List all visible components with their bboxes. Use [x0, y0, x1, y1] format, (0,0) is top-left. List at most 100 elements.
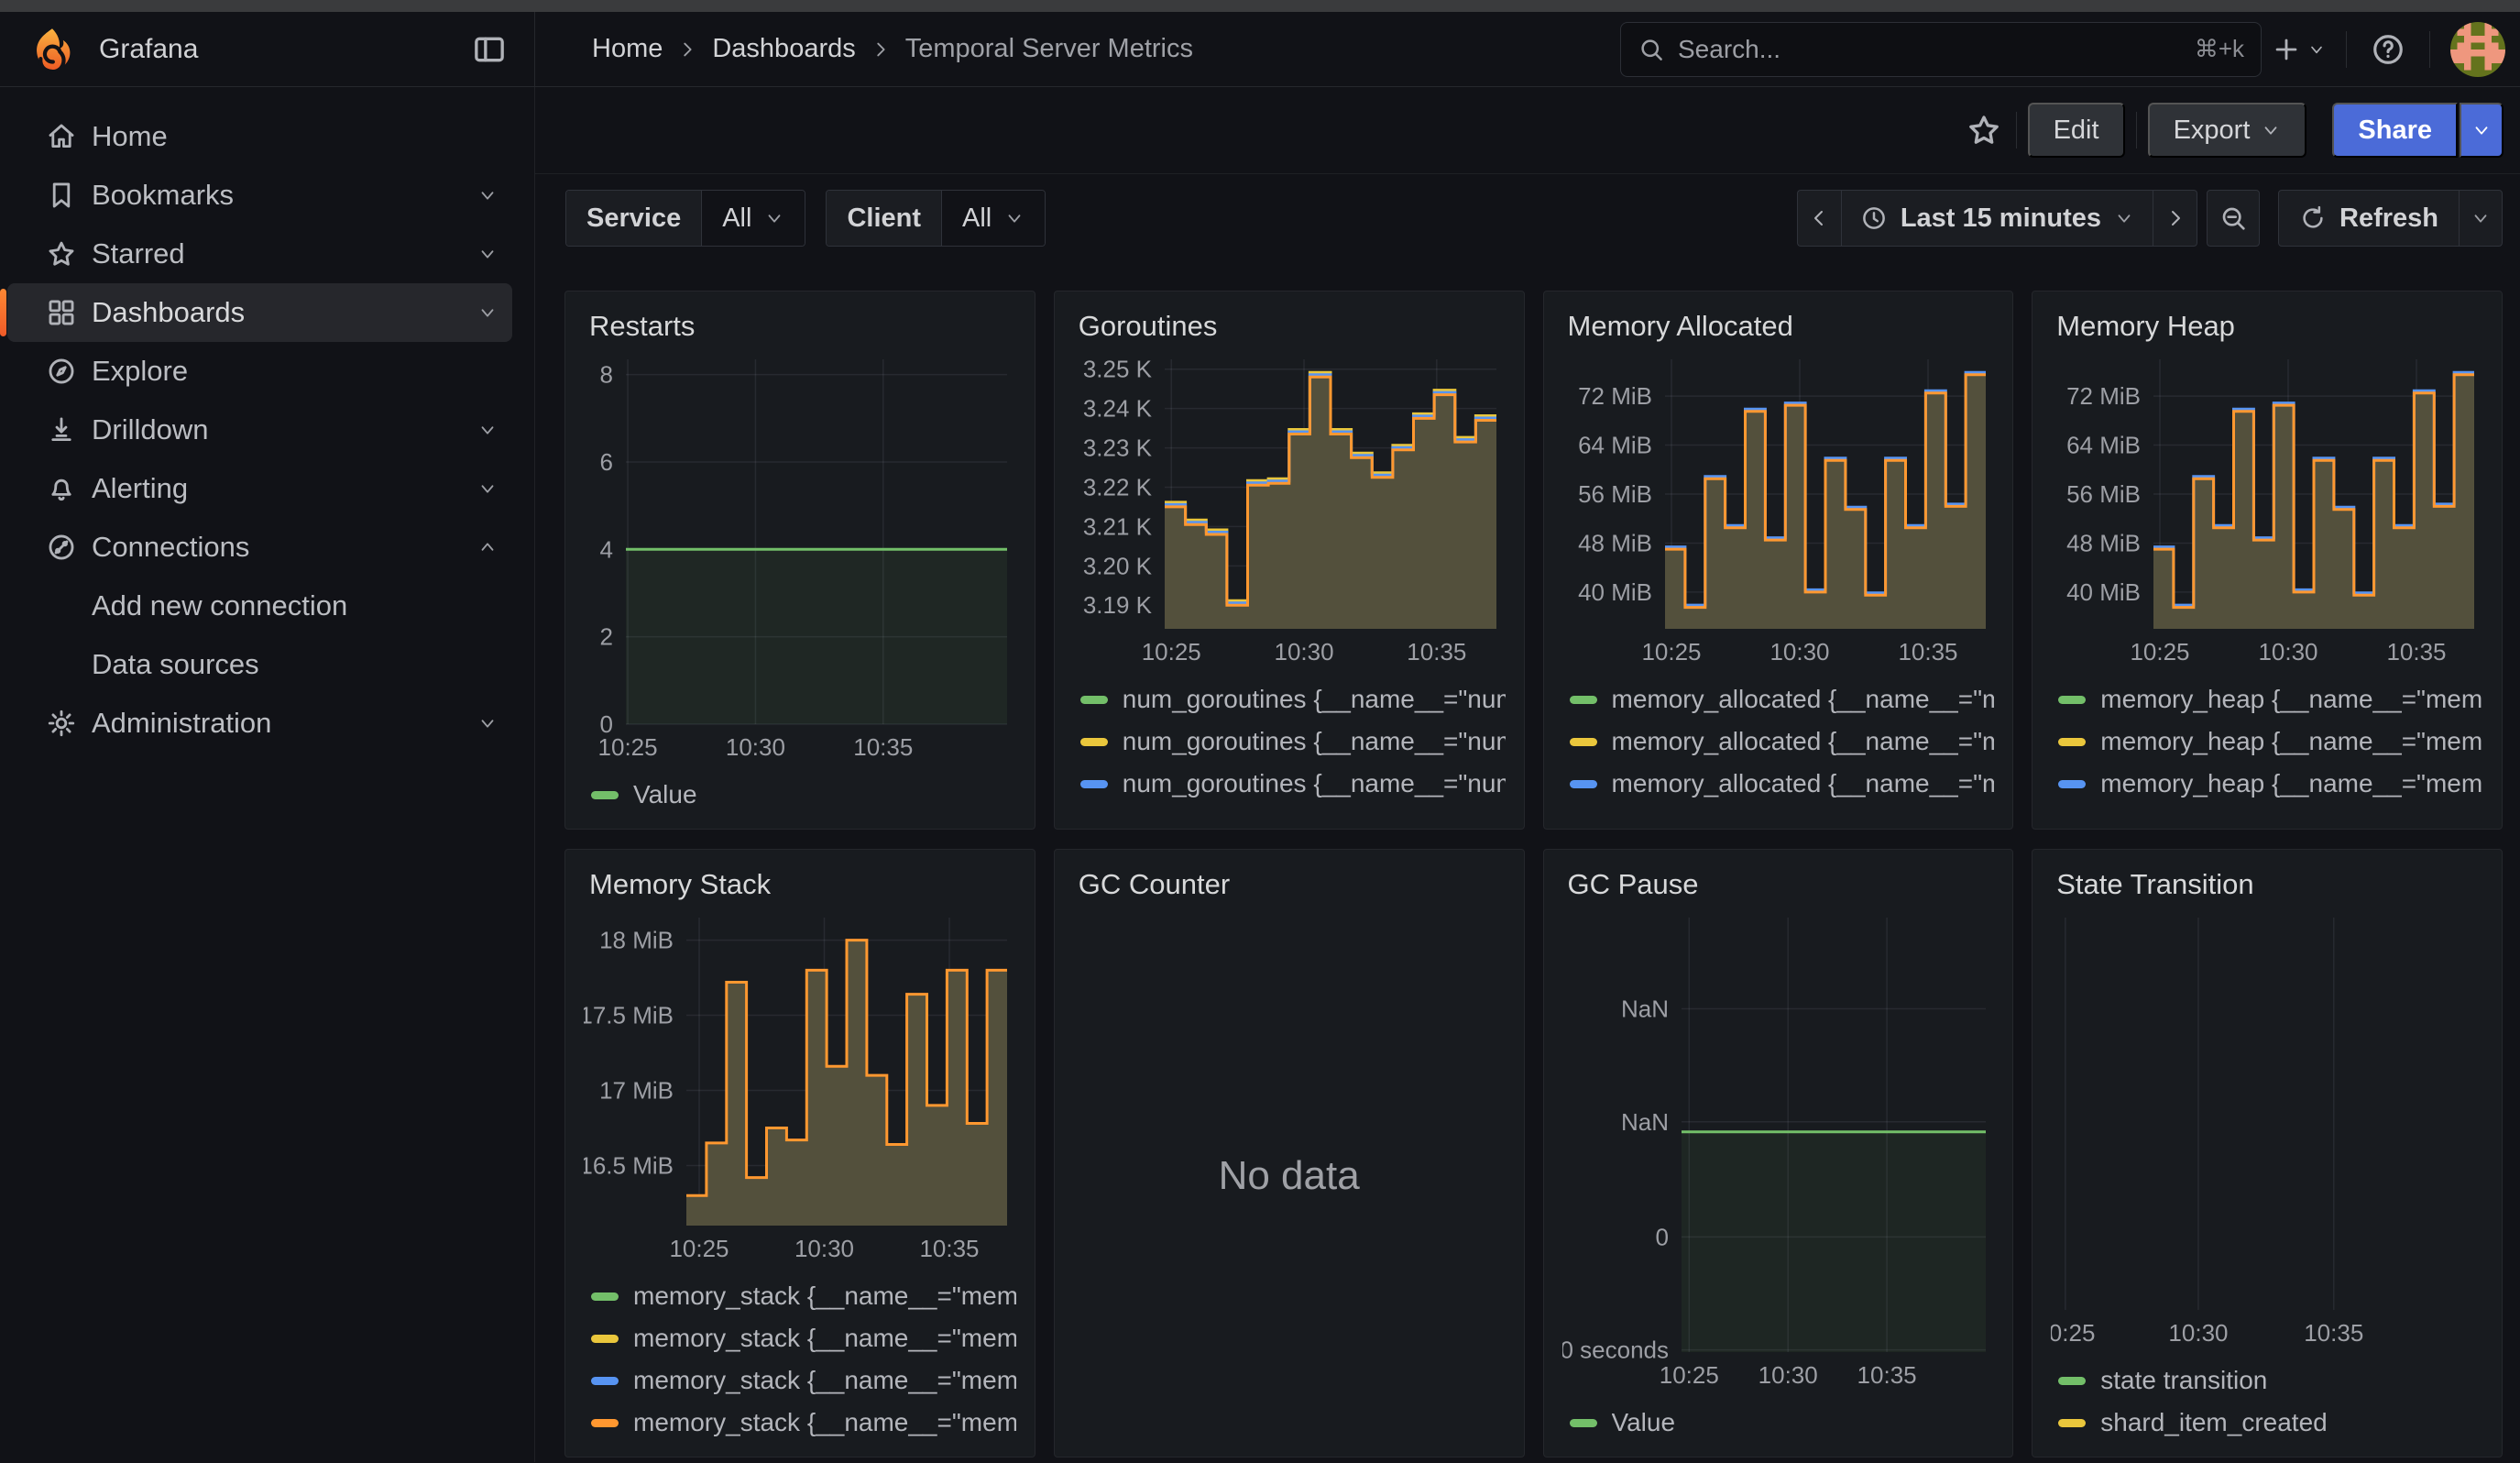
panel-legend: state transition shard_item_created	[2051, 1359, 2483, 1444]
panel-viz[interactable]: 10:2510:3010:3518 MiB17.5 MiB17 MiB16.5 …	[584, 908, 1016, 1268]
sidebar-item-chevron[interactable]	[477, 537, 498, 557]
svg-text:56 MiB: 56 MiB	[2066, 480, 2141, 508]
legend-item[interactable]: memory_stack {__name__="memory_s	[584, 1359, 1016, 1402]
time-back-button[interactable]	[1797, 190, 1841, 247]
svg-text:10:25: 10:25	[1641, 638, 1701, 666]
legend-item[interactable]: memory_allocated {__name__="memc	[1562, 805, 1995, 816]
panel-viz[interactable]: No data	[1073, 908, 1506, 1444]
time-forward-button[interactable]	[2153, 190, 2197, 247]
chevron-down-icon	[477, 420, 498, 440]
breadcrumb-home[interactable]: Home	[592, 34, 663, 64]
zoom-out-button[interactable]	[2207, 190, 2260, 247]
legend-label: memory_stack {__name__="memory_s	[633, 1282, 1016, 1311]
panel-title[interactable]: Restarts	[589, 310, 1016, 343]
client-filter-value[interactable]: All	[942, 191, 1045, 246]
sidebar-item-connections[interactable]: Connections	[7, 518, 512, 577]
legend-item[interactable]: memory_heap {__name__="memory_h	[2051, 763, 2483, 805]
legend-item[interactable]: memory_stack {__name__="memory_s	[584, 1317, 1016, 1359]
client-filter-label: Client	[827, 191, 942, 246]
sidebar-item-chevron[interactable]	[477, 420, 498, 440]
sidebar-item-chevron[interactable]	[477, 478, 498, 499]
panel-title[interactable]: GC Counter	[1079, 868, 1506, 901]
panel-title[interactable]: State Transition	[2056, 868, 2483, 901]
legend-item[interactable]: shard_item_created	[2051, 1402, 2483, 1444]
service-filter-value[interactable]: All	[702, 191, 805, 246]
sidebar-item-data-sources[interactable]: Data sources	[7, 635, 512, 694]
legend-item[interactable]: memory_heap {__name__="memory_h	[2051, 678, 2483, 720]
legend-item[interactable]: num_goroutines {__name__="num_go	[1073, 678, 1506, 720]
edit-button[interactable]: Edit	[2028, 103, 2125, 158]
panel-title[interactable]: Goroutines	[1079, 310, 1506, 343]
legend-item[interactable]: memory_allocated {__name__="memc	[1562, 720, 1995, 763]
search-box[interactable]: ⌘+k	[1620, 22, 2262, 77]
legend-label: num_goroutines {__name__="num_go	[1123, 811, 1506, 816]
legend-item[interactable]: num_goroutines {__name__="num_go	[1073, 805, 1506, 816]
legend-swatch	[2058, 738, 2086, 746]
search-input[interactable]	[1678, 35, 2182, 64]
breadcrumb-dashboards[interactable]: Dashboards	[712, 34, 855, 64]
sidebar-item-home[interactable]: Home	[7, 107, 512, 166]
legend-label: memory_heap {__name__="memory_h	[2100, 811, 2483, 816]
chevron-right-icon	[677, 39, 697, 60]
legend-item[interactable]: Value	[1562, 1402, 1995, 1444]
legend-item[interactable]: state transition	[2051, 1359, 2483, 1402]
sidebar-item-administration[interactable]: Administration	[7, 694, 512, 753]
refresh-button[interactable]: Refresh	[2278, 190, 2460, 247]
favorite-button[interactable]	[1963, 103, 2005, 158]
sidebar-item-alerting[interactable]: Alerting	[7, 459, 512, 518]
legend-label: memory_stack {__name__="memory_s	[633, 1324, 1016, 1353]
panel-viz[interactable]: 10:2510:3010:353.25 K3.24 K3.23 K3.22 K3…	[1073, 350, 1506, 671]
sidebar-item-label: Add new connection	[92, 589, 347, 622]
question-circle-icon	[2371, 32, 2405, 67]
legend-swatch	[1570, 780, 1597, 788]
svg-text:3.19 K: 3.19 K	[1083, 591, 1153, 619]
sidebar-item-dashboards[interactable]: Dashboards	[7, 283, 512, 342]
legend-item[interactable]: memory_allocated {__name__="memc	[1562, 763, 1995, 805]
legend-label: memory_heap {__name__="memory_h	[2100, 685, 2483, 714]
add-button[interactable]	[2271, 22, 2326, 77]
svg-text:NaN: NaN	[1620, 1108, 1668, 1136]
panel-viz[interactable]: 10:2510:3010:3572 MiB64 MiB56 MiB48 MiB4…	[1562, 350, 1995, 671]
legend-item[interactable]: memory_allocated {__name__="memc	[1562, 678, 1995, 720]
sidebar-item-chevron[interactable]	[477, 185, 498, 205]
legend-swatch	[591, 1419, 619, 1427]
compass-icon	[46, 356, 77, 387]
legend-item[interactable]: num_goroutines {__name__="num_go	[1073, 763, 1506, 805]
sidebar-item-drilldown[interactable]: Drilldown	[7, 401, 512, 459]
legend-item[interactable]: memory_heap {__name__="memory_h	[2051, 720, 2483, 763]
panel-viz[interactable]: 10:2510:3010:3502468	[584, 350, 1016, 766]
sidebar-item-bookmarks[interactable]: Bookmarks	[7, 166, 512, 225]
legend-item[interactable]: memory_heap {__name__="memory_h	[2051, 805, 2483, 816]
panel-title[interactable]: Memory Heap	[2056, 310, 2483, 343]
legend-item[interactable]: Value	[584, 774, 1016, 816]
collapse-sidebar-icon[interactable]	[468, 22, 510, 77]
sidebar-item-starred[interactable]: Starred	[7, 225, 512, 283]
refresh-interval-button[interactable]	[2459, 190, 2503, 247]
angle-left-icon	[1808, 207, 1830, 229]
panel-title[interactable]: Memory Stack	[589, 868, 1016, 901]
legend-item[interactable]: num_goroutines {__name__="num_go	[1073, 720, 1506, 763]
sidebar-item-chevron[interactable]	[477, 713, 498, 733]
svg-text:0: 0	[1655, 1223, 1668, 1250]
export-button[interactable]: Export	[2148, 103, 2307, 158]
panel-title[interactable]: Memory Allocated	[1568, 310, 1995, 343]
panel-viz[interactable]: 10:2510:3010:3572 MiB64 MiB56 MiB48 MiB4…	[2051, 350, 2483, 671]
user-avatar[interactable]	[2450, 22, 2505, 77]
sidebar-item-chevron[interactable]	[477, 302, 498, 323]
sidebar-item-chevron[interactable]	[477, 244, 498, 264]
sidebar-item-add-new-connection[interactable]: Add new connection	[7, 577, 512, 635]
active-accent-bar	[0, 289, 6, 336]
help-button[interactable]	[2367, 22, 2409, 77]
time-range-picker[interactable]: Last 15 minutes	[1841, 190, 2153, 247]
sidebar-item-explore[interactable]: Explore	[7, 342, 512, 401]
svg-text:10:35: 10:35	[853, 733, 913, 761]
share-button[interactable]: Share	[2332, 103, 2458, 158]
share-menu-button[interactable]	[2460, 103, 2504, 158]
legend-label: Value	[633, 780, 697, 809]
legend-item[interactable]: memory_stack {__name__="memory_s	[584, 1275, 1016, 1317]
legend-label: memory_heap {__name__="memory_h	[2100, 727, 2483, 756]
panel-title[interactable]: GC Pause	[1568, 868, 1995, 901]
panel-viz[interactable]: 10:2510:3010:35	[2051, 908, 2483, 1352]
legend-item[interactable]: memory_stack {__name__="memory_s	[584, 1402, 1016, 1444]
panel-viz[interactable]: 10:2510:3010:35NaNNaN00 seconds	[1562, 908, 1995, 1394]
